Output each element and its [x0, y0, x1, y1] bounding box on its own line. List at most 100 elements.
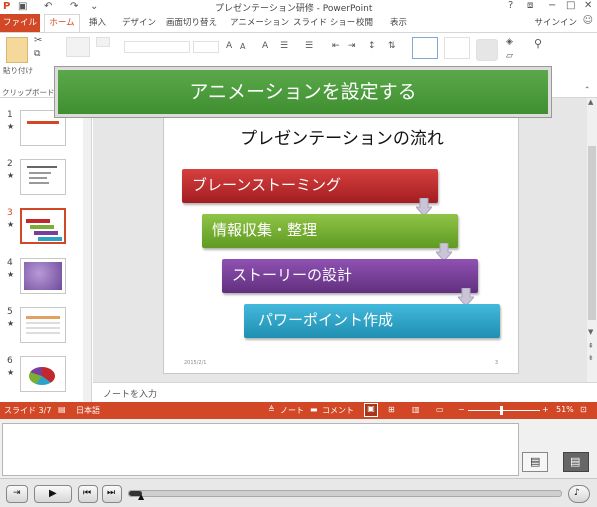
font-grow-icon[interactable]: A: [226, 41, 232, 51]
layout-icon[interactable]: [96, 37, 110, 47]
tab-transitions[interactable]: 画面切り替え: [166, 16, 217, 28]
step-powerpoint[interactable]: パワーポイント作成: [244, 304, 500, 338]
zoom-slider[interactable]: [468, 406, 540, 415]
tab-review[interactable]: 校閲: [356, 16, 373, 28]
close-button[interactable]: ✕: [584, 0, 592, 11]
fit-to-window-icon[interactable]: ⊡: [580, 405, 587, 414]
tab-insert[interactable]: 挿入: [89, 16, 106, 28]
zoom-slider-thumb[interactable]: [500, 406, 503, 415]
arrange-icon[interactable]: [444, 37, 470, 59]
step-story[interactable]: ストーリーの設計: [222, 259, 478, 293]
scroll-thumb[interactable]: [588, 146, 596, 320]
exit-button[interactable]: ⇥: [6, 485, 28, 503]
zoom-level[interactable]: 51%: [556, 405, 574, 414]
tab-animations[interactable]: アニメーション: [230, 16, 289, 28]
indent-increase-icon[interactable]: ⇥: [348, 41, 356, 51]
slide-title[interactable]: プレゼンテーションの流れ: [164, 124, 520, 149]
cut-icon[interactable]: ✂: [34, 35, 42, 46]
numbering-icon[interactable]: ☰: [305, 41, 313, 51]
next-button[interactable]: ⏭: [102, 485, 122, 503]
thumbnail-scrollbar[interactable]: [83, 98, 91, 402]
tab-home[interactable]: ホーム: [44, 14, 80, 32]
thumb-pie: [29, 367, 55, 385]
thumb-title-bar: [27, 121, 59, 124]
slide-thumbnail-5[interactable]: [20, 307, 66, 343]
slide-thumbnail-6[interactable]: [20, 356, 66, 392]
quick-access-customize-icon[interactable]: ⌄: [90, 1, 98, 12]
font-size-select[interactable]: [193, 41, 219, 53]
user-icon[interactable]: ☺: [583, 15, 593, 26]
previous-slide-icon[interactable]: ⇞: [588, 342, 594, 350]
slide-thumbnail-2[interactable]: [20, 159, 66, 195]
transcript-view-button[interactable]: ▤: [563, 452, 589, 472]
maximize-button[interactable]: □: [566, 0, 575, 11]
thumb-table-row: [26, 327, 60, 329]
comments-icon[interactable]: ▬: [310, 405, 318, 414]
tab-slideshow[interactable]: スライド ショー: [293, 16, 355, 28]
minimize-button[interactable]: −: [548, 0, 556, 11]
language-indicator[interactable]: 日本語: [76, 405, 100, 416]
normal-view-icon[interactable]: ▣: [364, 403, 378, 417]
window-title: プレゼンテーション研修 - PowerPoint: [215, 4, 373, 14]
comments-toggle[interactable]: コメント: [322, 405, 354, 416]
indent-decrease-icon[interactable]: ⇤: [332, 41, 340, 51]
tab-view[interactable]: 表示: [390, 16, 407, 28]
ribbon-display-options-icon[interactable]: ⧈: [527, 0, 533, 11]
help-icon[interactable]: ?: [508, 0, 513, 11]
signin-link[interactable]: サインイン: [534, 16, 577, 28]
paste-button[interactable]: 貼り付け: [3, 65, 33, 76]
play-button[interactable]: ▶: [34, 485, 72, 503]
previous-button[interactable]: ⏮: [78, 485, 98, 503]
clear-format-icon[interactable]: A: [262, 41, 268, 51]
thumb-line: [29, 172, 51, 174]
slide-thumbnail-3[interactable]: [20, 208, 66, 244]
notes-icon[interactable]: ≜: [268, 405, 275, 414]
shape-fill-icon[interactable]: ◈: [506, 37, 513, 47]
tab-design[interactable]: デザイン: [122, 16, 156, 28]
thumb-table-row: [26, 322, 60, 324]
save-icon[interactable]: ▣: [18, 1, 27, 12]
font-name-select[interactable]: [124, 41, 190, 53]
animation-star-icon: ★: [7, 319, 15, 328]
reading-view-icon[interactable]: ▥: [412, 405, 420, 414]
step-brainstorming[interactable]: ブレーンストーミング: [182, 169, 438, 203]
scroll-down-icon[interactable]: ▼: [588, 328, 593, 336]
zoom-out-button[interactable]: −: [458, 405, 465, 414]
shapes-icon[interactable]: [412, 37, 438, 59]
collapse-ribbon-icon[interactable]: ⌃: [584, 85, 590, 94]
undo-icon[interactable]: ↶: [44, 1, 52, 12]
volume-button[interactable]: ♪: [568, 485, 590, 503]
notes-placeholder[interactable]: ノートを入力: [103, 387, 157, 400]
shape-outline-icon[interactable]: ▱: [506, 51, 513, 61]
editor-scrollbar[interactable]: ▲ ▼ ⇞ ⇟: [587, 98, 597, 382]
tab-file[interactable]: ファイル: [0, 14, 40, 32]
next-slide-icon[interactable]: ⇟: [588, 354, 594, 362]
quick-styles-icon[interactable]: [476, 39, 498, 61]
scroll-up-icon[interactable]: ▲: [588, 98, 593, 106]
bullets-icon[interactable]: ☰: [280, 41, 288, 51]
notes-toggle[interactable]: ノート: [280, 405, 304, 416]
slide-thumbnail-4[interactable]: [20, 258, 66, 294]
find-icon[interactable]: ⚲: [534, 37, 542, 50]
paste-icon[interactable]: [6, 37, 28, 63]
thumbnail-pane: 1 ★ 2 ★ 3 ★ 4 ★ 5 ★ 6 ★: [0, 98, 92, 402]
seek-bar[interactable]: [128, 490, 562, 497]
notes-pane[interactable]: ノートを入力: [93, 382, 597, 402]
speaker-icon: ♪: [574, 488, 580, 498]
text-direction-icon[interactable]: ⇅: [388, 41, 396, 51]
slide-sorter-icon[interactable]: ⊞: [388, 405, 395, 414]
line-spacing-icon[interactable]: ↕: [368, 41, 376, 51]
spelling-icon[interactable]: ▤: [58, 405, 66, 414]
redo-icon[interactable]: ↷: [70, 1, 78, 12]
thumb-line: [29, 177, 47, 179]
step-information[interactable]: 情報収集・整理: [202, 214, 458, 248]
seek-thumb-icon[interactable]: ▲: [138, 492, 144, 501]
font-shrink-icon[interactable]: A: [240, 42, 245, 51]
new-slide-icon[interactable]: [66, 37, 90, 57]
slide-canvas[interactable]: プレゼンテーションの流れ ブレーンストーミング 情報収集・整理 ストーリーの設計…: [163, 113, 519, 374]
outline-view-button[interactable]: ▤: [522, 452, 548, 472]
skip-back-icon: ⏮: [83, 488, 92, 498]
copy-icon[interactable]: ⧉: [34, 49, 40, 59]
zoom-in-button[interactable]: +: [542, 405, 549, 414]
slideshow-view-icon[interactable]: ▭: [436, 405, 444, 414]
